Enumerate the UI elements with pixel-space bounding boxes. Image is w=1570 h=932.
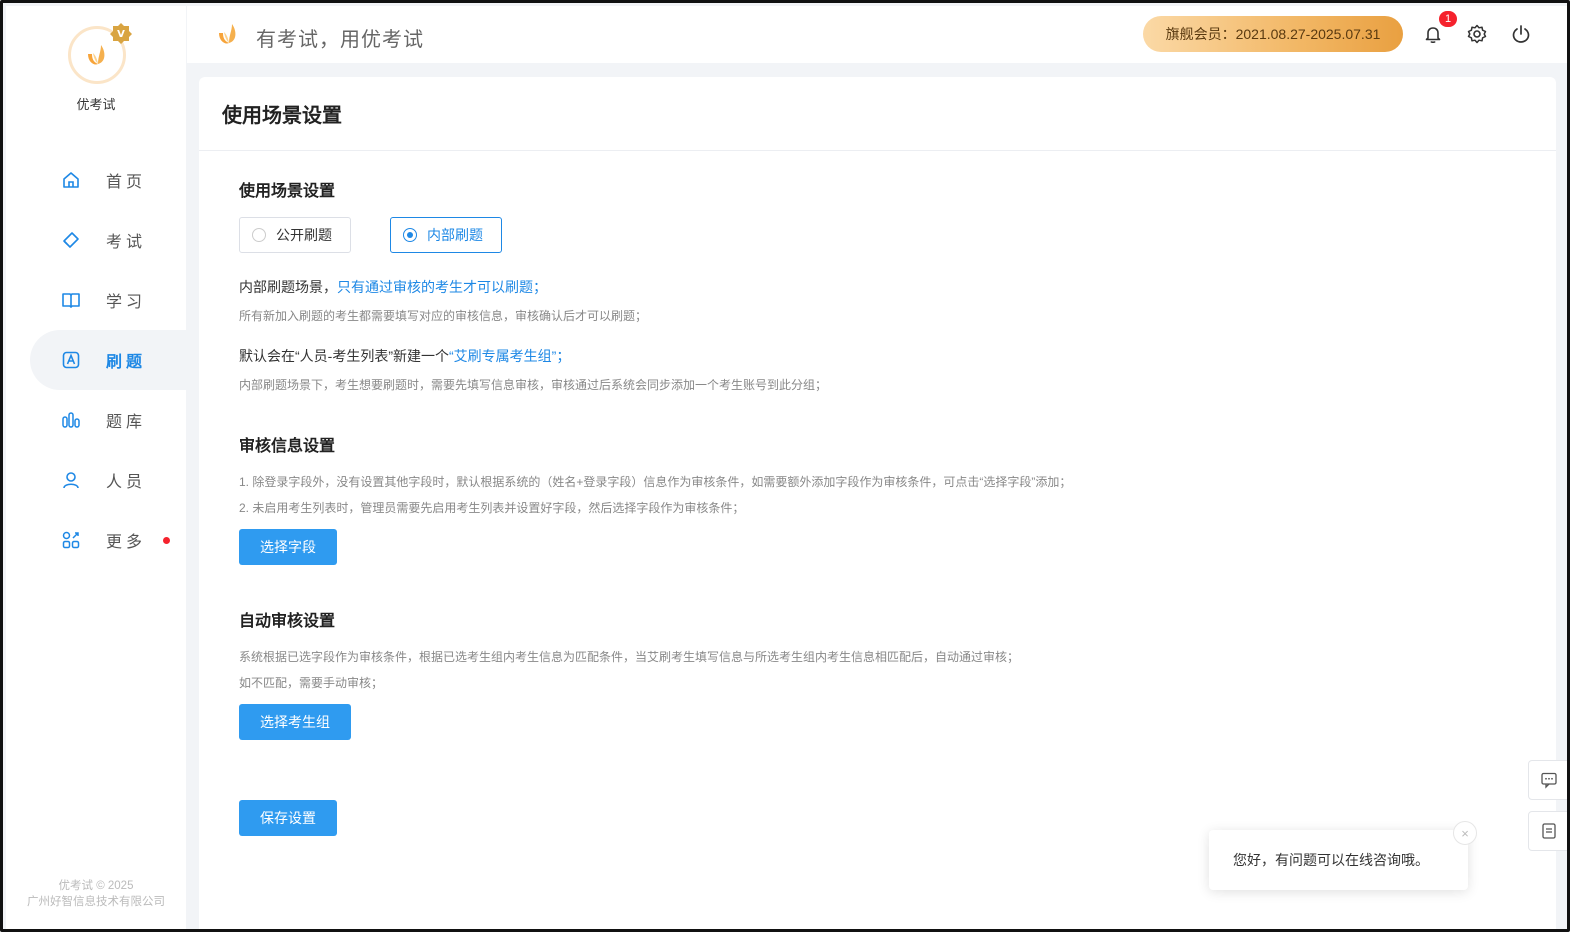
- scene-desc-2-sub: 内部刷题场景下，考生想要刷题时，需要先填写信息审核，审核通过后系统会同步添加一个…: [239, 378, 828, 392]
- radio-label: 内部刷题: [427, 227, 483, 243]
- sidebar-item-bank[interactable]: 题库: [6, 390, 186, 450]
- sidebar-item-exam[interactable]: 考试: [6, 210, 186, 270]
- bell-icon[interactable]: [1421, 22, 1445, 46]
- sidebar-item-label: 首页: [106, 174, 147, 191]
- scene-desc-1: 内部刷题场景，只有通过审核的考生才可以刷题；: [239, 277, 547, 297]
- auto-review-note-1: 系统根据已选字段作为审核条件，根据已选考生组内考生信息为匹配条件，当艾刷考生填写…: [239, 650, 1020, 664]
- scene-desc-1-highlight: 只有通过审核的考生才可以刷题；: [337, 279, 547, 295]
- radio-public-practice[interactable]: 公开刷题: [239, 217, 351, 253]
- sidebar-item-more[interactable]: 更多: [6, 510, 186, 570]
- notification-badge: 1: [1439, 11, 1457, 27]
- gear-icon[interactable]: [1465, 22, 1489, 46]
- page-title: 使用场景设置: [199, 77, 1556, 151]
- auto-review-note-2: 如不匹配，需要手动审核；: [239, 676, 384, 690]
- sidebar-item-label: 刷题: [106, 354, 147, 371]
- radio-label: 公开刷题: [276, 227, 332, 243]
- app-window: V 优考试 首页 考试 学习 刷题 题库 人员 更多 优考试 © 2025 广州…: [0, 0, 1570, 932]
- sidebar: V 优考试 首页 考试 学习 刷题 题库 人员 更多 优考试 © 2025 广州…: [6, 6, 186, 929]
- radio-unchecked-icon: [252, 228, 266, 242]
- company-name: 广州好智信息技术有限公司: [27, 896, 165, 908]
- select-group-button[interactable]: 选择考生组: [239, 704, 351, 740]
- brand-name: 优考试: [76, 97, 116, 112]
- user-icon: [60, 469, 82, 491]
- sidebar-item-label: 人员: [106, 474, 147, 491]
- review-note-2: 2. 未启用考生列表时，管理员需要先启用考生列表并设置好字段，然后选择字段作为审…: [239, 501, 745, 515]
- vip-badge-icon: V: [110, 23, 132, 44]
- copyright-line: 优考试 © 2025: [58, 880, 134, 892]
- section-title-review: 审核信息设置: [239, 438, 336, 455]
- flame-logo-icon: [219, 24, 236, 44]
- radio-checked-icon: [403, 228, 417, 242]
- chat-float-button[interactable]: [1528, 760, 1567, 800]
- document-icon: [1542, 823, 1556, 839]
- brand-logo[interactable]: V: [66, 22, 132, 86]
- sidebar-item-people[interactable]: 人员: [6, 450, 186, 510]
- sidebar-nav: 首页 考试 学习 刷题 题库 人员 更多: [6, 150, 186, 570]
- radio-internal-practice[interactable]: 内部刷题: [390, 217, 502, 253]
- sidebar-item-practice[interactable]: 刷题: [30, 330, 186, 390]
- sidebar-item-label: 学习: [106, 294, 147, 311]
- section-title-auto-review: 自动审核设置: [239, 613, 336, 630]
- review-note-1: 1. 除登录字段外，没有设置其他字段时，默认根据系统的（姓名+登录字段）信息作为…: [239, 475, 1072, 489]
- save-button[interactable]: 保存设置: [239, 800, 337, 836]
- sidebar-item-home[interactable]: 首页: [6, 150, 186, 210]
- membership-badge[interactable]: 旗舰会员：2021.08.27-2025.07.31: [1143, 16, 1403, 52]
- sidebar-item-label: 题库: [106, 414, 147, 431]
- scene-desc-2-highlight: “艾刷专属考生组”；: [449, 348, 571, 364]
- scene-desc-1-sub: 所有新加入刷题的考生都需要填写对应的审核信息，审核确认后才可以刷题；: [239, 309, 648, 323]
- slogan: 有考试，用优考试: [256, 29, 424, 51]
- settings-card: 使用场景设置 使用场景设置 公开刷题 内部刷题 内部刷题场景，只有通过审核的考生…: [199, 77, 1556, 929]
- message-icon: [1541, 772, 1557, 789]
- apps-icon: [60, 529, 82, 551]
- flame-logo-icon: [88, 45, 105, 65]
- scene-desc-2-prefix: 默认会在“人员-考生列表”新建一个: [239, 348, 449, 364]
- chat-greeting-bubble[interactable]: 您好，有问题可以在线咨询哦。: [1209, 830, 1468, 890]
- top-header: 有考试，用优考试 旗舰会员：2021.08.27-2025.07.31 1: [187, 6, 1567, 63]
- a-square-icon: [60, 349, 82, 371]
- scene-desc-1-prefix: 内部刷题场景，: [239, 279, 337, 295]
- copyright: 优考试 © 2025 广州好智信息技术有限公司: [6, 878, 186, 910]
- bars-icon: [60, 409, 82, 431]
- close-icon[interactable]: ×: [1453, 821, 1477, 845]
- book-icon: [60, 289, 82, 311]
- power-icon[interactable]: [1509, 22, 1533, 46]
- doc-float-button[interactable]: [1528, 811, 1567, 851]
- eraser-icon: [60, 229, 82, 251]
- notification-dot: [163, 537, 170, 544]
- svg-text:V: V: [117, 29, 125, 40]
- sidebar-item-label: 考试: [106, 234, 147, 251]
- sidebar-item-label: 更多: [106, 534, 147, 551]
- select-field-button[interactable]: 选择字段: [239, 529, 337, 565]
- scene-desc-2: 默认会在“人员-考生列表”新建一个“艾刷专属考生组”；: [239, 346, 570, 366]
- home-icon: [60, 169, 82, 191]
- sidebar-item-study[interactable]: 学习: [6, 270, 186, 330]
- section-title-scene: 使用场景设置: [239, 183, 336, 200]
